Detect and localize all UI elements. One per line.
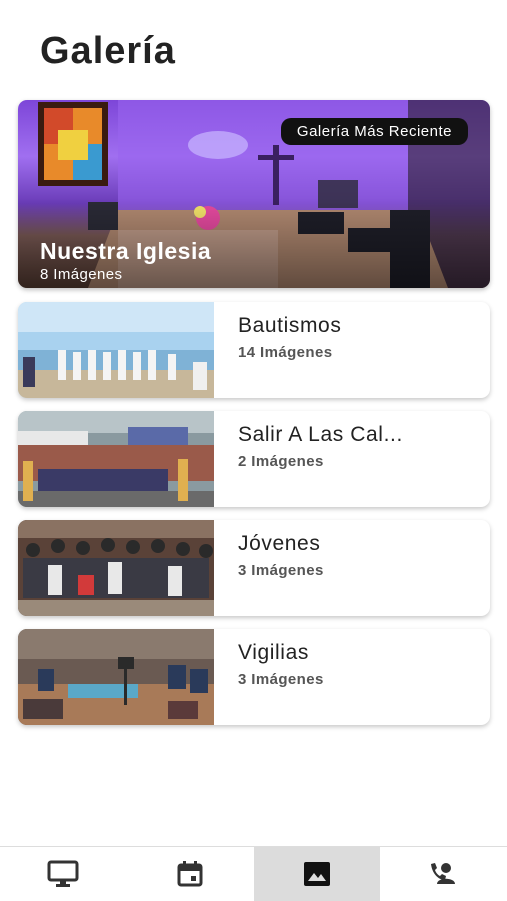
album-count: 3 Imágenes [238, 562, 324, 579]
album-thumbnail [18, 411, 214, 507]
album-thumbnail [18, 302, 214, 398]
album-count: 2 Imágenes [238, 453, 324, 470]
album-title: Salir A Las Cal... [238, 423, 403, 446]
album-title: Vigilias [238, 641, 309, 664]
album-count: 14 Imágenes [238, 344, 333, 361]
nav-tab-events[interactable] [127, 847, 254, 901]
monitor-icon [47, 860, 79, 887]
album-card-vigilias[interactable]: Vigilias 3 Imágenes [18, 629, 490, 725]
featured-gallery-title: Nuestra Iglesia [40, 238, 212, 264]
album-thumbnail [18, 629, 214, 725]
latest-gallery-badge: Galería Más Reciente [280, 118, 468, 145]
nav-tab-contact[interactable] [380, 847, 507, 901]
bottom-navigation [0, 846, 507, 901]
calendar-icon [177, 861, 203, 887]
album-title: Jóvenes [238, 532, 321, 555]
album-thumbnail [18, 520, 214, 616]
nav-tab-gallery[interactable] [253, 847, 381, 901]
album-title: Bautismos [238, 314, 342, 337]
album-card-jovenes[interactable]: Jóvenes 3 Imágenes [18, 520, 490, 616]
image-icon [303, 862, 330, 886]
featured-gallery-card[interactable]: Galería Más Reciente Nuestra Iglesia 8 I… [18, 100, 490, 288]
album-card-bautismos[interactable]: Bautismos 14 Imágenes [18, 302, 490, 398]
album-card-salir-a-las-calles[interactable]: Salir A Las Cal... 2 Imágenes [18, 411, 490, 507]
page-title: Galería [40, 30, 176, 72]
contact-phone-icon [430, 863, 455, 884]
album-count: 3 Imágenes [238, 671, 324, 688]
featured-gallery-count: 8 Imágenes [40, 266, 123, 283]
nav-tab-live[interactable] [0, 847, 127, 901]
